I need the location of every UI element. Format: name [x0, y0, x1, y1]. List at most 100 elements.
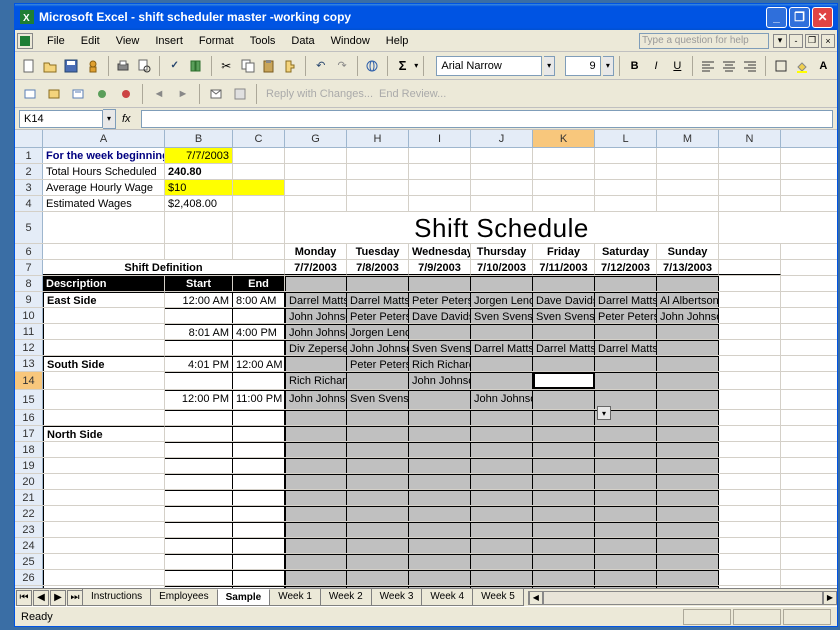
doc-restore-button[interactable]: ❐ [805, 34, 819, 48]
cell[interactable] [43, 570, 165, 585]
row-header[interactable]: 4 [15, 196, 43, 211]
col-header-A[interactable]: A [43, 130, 165, 147]
cell[interactable] [533, 276, 595, 291]
cell[interactable] [233, 490, 285, 505]
cell[interactable] [165, 522, 233, 537]
cell[interactable] [43, 324, 165, 339]
cell[interactable] [657, 442, 719, 457]
cell[interactable] [595, 426, 657, 441]
print-preview-button[interactable] [135, 55, 154, 77]
cell[interactable] [533, 554, 595, 569]
cell[interactable] [43, 390, 165, 409]
redo-button[interactable]: ↷ [332, 55, 351, 77]
cell[interactable] [43, 442, 165, 457]
cell[interactable] [533, 458, 595, 473]
help-search-input[interactable]: Type a question for help [639, 33, 769, 49]
schedule-title[interactable]: Shift Schedule [285, 212, 719, 243]
cell[interactable] [409, 148, 471, 163]
tab-nav-first[interactable]: ⏮ [16, 590, 32, 606]
scroll-left-icon[interactable]: ◀ [529, 591, 543, 605]
cell[interactable] [657, 554, 719, 569]
cell[interactable] [533, 586, 595, 588]
cell[interactable] [285, 276, 347, 291]
cell[interactable]: Jorgen Leno [347, 324, 409, 339]
menu-format[interactable]: Format [191, 33, 242, 49]
cell[interactable] [595, 276, 657, 291]
cell[interactable] [719, 506, 781, 521]
cell[interactable] [165, 410, 233, 425]
cell[interactable] [719, 570, 781, 585]
cell[interactable]: John Johnson [657, 308, 719, 323]
cell[interactable] [719, 390, 781, 409]
cell[interactable]: 11:00 PM [233, 390, 285, 409]
cell[interactable] [43, 244, 165, 259]
tab-employees[interactable]: Employees [150, 589, 217, 606]
row-header[interactable]: 8 [15, 276, 43, 291]
font-name-dropdown-icon[interactable]: ▾ [544, 56, 555, 76]
cell[interactable]: 4:01 PM [165, 356, 233, 371]
col-header-B[interactable]: B [165, 130, 233, 147]
cell[interactable] [347, 506, 409, 521]
row-header[interactable]: 24 [15, 538, 43, 553]
cell[interactable]: Friday [533, 244, 595, 259]
cell[interactable] [285, 586, 347, 588]
cell[interactable] [233, 458, 285, 473]
select-all-corner[interactable] [15, 130, 43, 147]
font-size-select[interactable]: 9 [565, 56, 601, 76]
cell[interactable]: Shift Definition [43, 260, 285, 275]
row-header[interactable]: 3 [15, 180, 43, 195]
cell[interactable]: South Side [43, 356, 165, 371]
menu-insert[interactable]: Insert [147, 33, 191, 49]
cell[interactable] [43, 586, 165, 588]
cell[interactable]: Rich Richardson [409, 356, 471, 371]
cell[interactable] [471, 474, 533, 489]
align-center-button[interactable] [719, 55, 738, 77]
col-header-I[interactable]: I [409, 130, 471, 147]
align-right-button[interactable] [741, 55, 760, 77]
cell[interactable] [719, 276, 781, 291]
cell[interactable]: 8:00 AM [233, 292, 285, 307]
cell[interactable] [719, 490, 781, 505]
cell[interactable] [533, 442, 595, 457]
cell[interactable]: John Johnson [471, 390, 533, 409]
cell[interactable] [471, 372, 533, 389]
cell[interactable]: 8:01 AM [165, 324, 233, 339]
cell[interactable]: Description [43, 276, 165, 291]
cell[interactable]: Start [165, 276, 233, 291]
cell[interactable] [657, 426, 719, 441]
reply-changes-button[interactable]: Reply with Changes... [266, 88, 373, 100]
cell[interactable] [719, 522, 781, 537]
cell[interactable]: Peter Peterson [595, 308, 657, 323]
cell[interactable] [285, 196, 347, 211]
cell[interactable]: $2,408.00 [165, 196, 233, 211]
cell[interactable]: Dave Davidson [409, 308, 471, 323]
cell[interactable] [533, 180, 595, 195]
cell[interactable] [595, 490, 657, 505]
row-header[interactable]: 2 [15, 164, 43, 179]
cell[interactable] [595, 164, 657, 179]
cell[interactable] [657, 390, 719, 409]
cell[interactable] [347, 372, 409, 389]
cell[interactable] [347, 458, 409, 473]
review-btn-1[interactable] [19, 83, 41, 105]
cell[interactable] [165, 442, 233, 457]
cell[interactable]: Wednesday [409, 244, 471, 259]
align-left-button[interactable] [698, 55, 717, 77]
cell[interactable] [595, 570, 657, 585]
font-size-dropdown-icon[interactable]: ▾ [603, 56, 614, 76]
cell[interactable] [409, 442, 471, 457]
cell[interactable] [285, 554, 347, 569]
cell[interactable] [43, 554, 165, 569]
close-button[interactable]: ✕ [812, 7, 833, 28]
cell[interactable]: Saturday [595, 244, 657, 259]
cell[interactable]: Sven Svenson [347, 390, 409, 409]
review-prev-button[interactable]: ◄ [148, 83, 170, 105]
doc-close-button[interactable]: × [821, 34, 835, 48]
cell[interactable] [533, 196, 595, 211]
cell[interactable] [719, 148, 781, 163]
cell[interactable] [285, 458, 347, 473]
menu-window[interactable]: Window [323, 33, 378, 49]
cell[interactable] [233, 570, 285, 585]
cell[interactable]: Peter Peterson [347, 308, 409, 323]
row-header[interactable]: 7 [15, 260, 43, 275]
